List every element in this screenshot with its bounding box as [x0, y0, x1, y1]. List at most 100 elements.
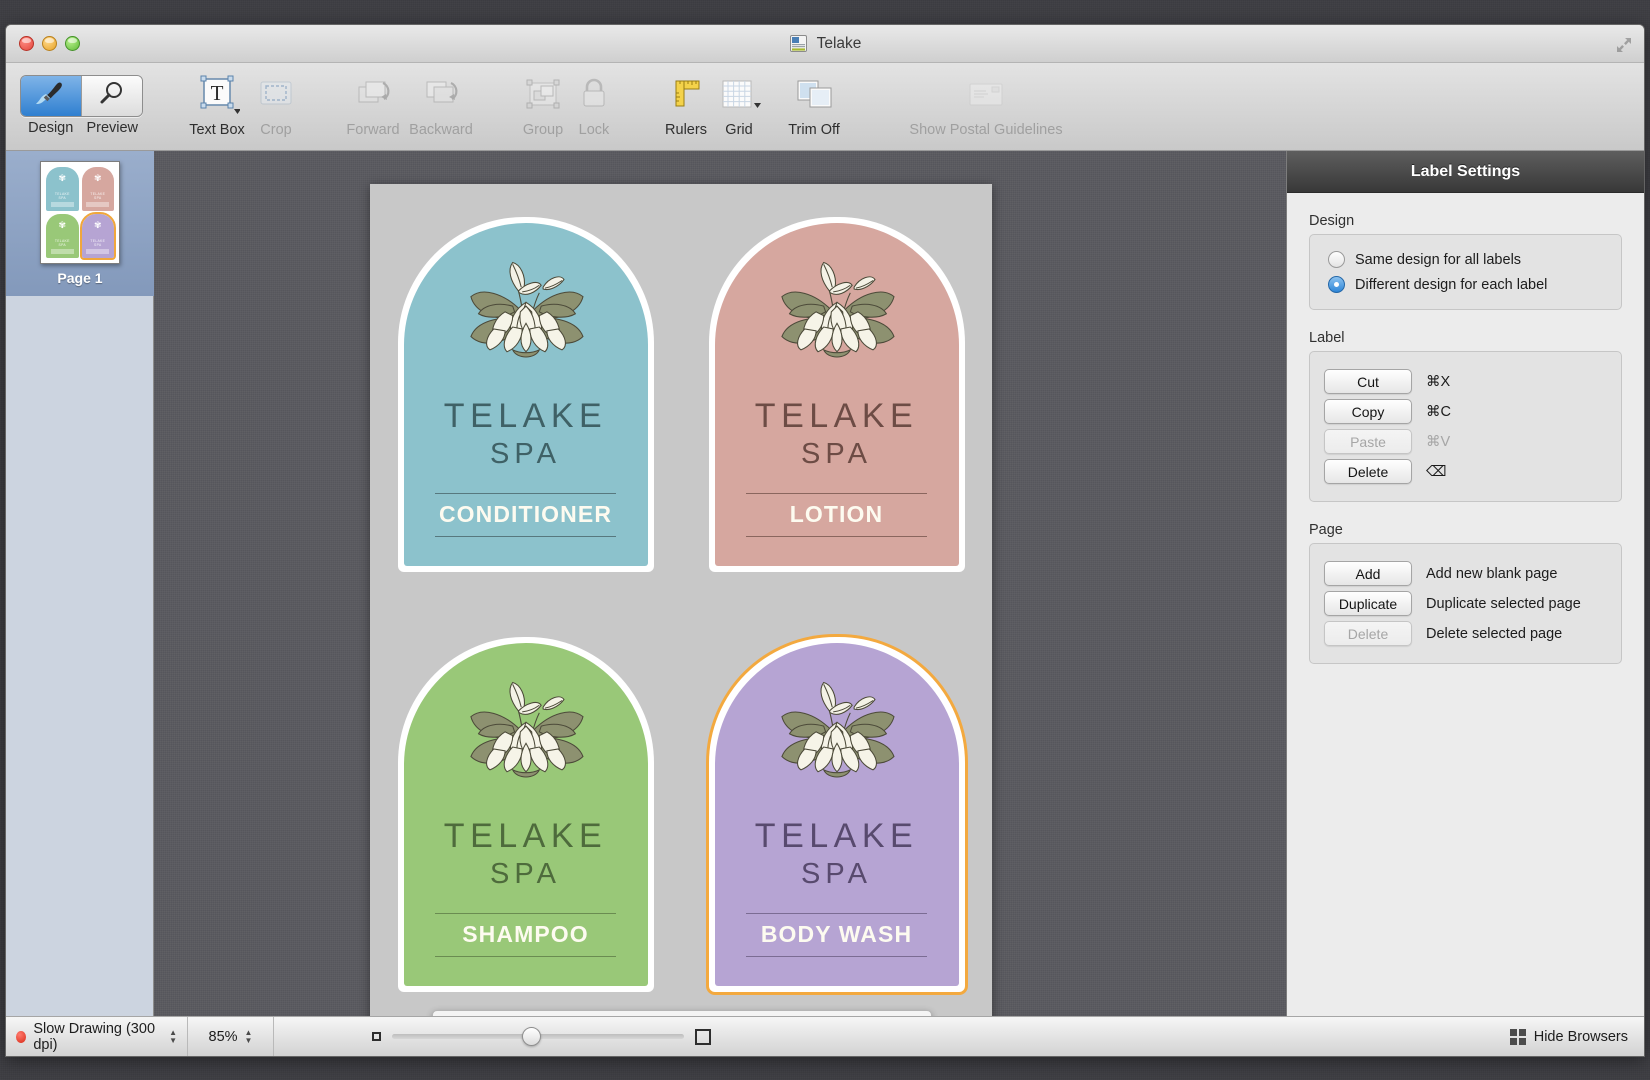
- label-conditioner-sub: SPA: [490, 437, 561, 470]
- page-group-title: Page: [1309, 522, 1343, 538]
- toolbar-label-backward: Backward: [409, 122, 473, 138]
- design-group-title: Design: [1309, 213, 1355, 229]
- tab-preview[interactable]: [81, 76, 142, 116]
- copy-row: Copy ⌘C: [1324, 399, 1607, 424]
- delete-page-description: Delete selected page: [1426, 625, 1563, 642]
- label-body-wash-brand: TELAKE: [754, 816, 919, 855]
- label-grid: TELAKE SPA CONDITIONER TELAKE SPA LOTION…: [370, 184, 992, 1018]
- add-page-row: Add Add new blank page: [1324, 561, 1607, 586]
- magnifier-icon: [97, 81, 127, 112]
- mini-label-2-bar: [86, 202, 110, 207]
- mini-flower-icon: ✾: [58, 220, 67, 231]
- segmented-labels: Design Preview: [20, 120, 143, 136]
- label-shampoo-brand: TELAKE: [443, 816, 608, 855]
- mini-label-2-sub: SPA: [94, 195, 102, 200]
- label-lotion-sub: SPA: [801, 437, 872, 470]
- add-page-button[interactable]: Add: [1324, 561, 1412, 586]
- hide-browsers-label: Hide Browsers: [1533, 1028, 1628, 1045]
- rule-bottom: [746, 955, 927, 957]
- page-thumbnail: ✾ TELAKE SPA ✾ TELAKE SPA ✾ TELAKE SPA ✾…: [40, 161, 120, 264]
- document-icon: [789, 34, 808, 53]
- mini-label-3-sub: SPA: [58, 242, 66, 247]
- delete-label-row: Delete ⌫: [1324, 459, 1607, 484]
- trim-icon: [786, 69, 842, 121]
- desktop-background: Telake Design Preview T Text Box Crop Fo…: [0, 0, 1650, 1080]
- main-toolbar: Design Preview T Text Box Crop Forward B…: [6, 63, 1644, 151]
- radio-different-design[interactable]: Different design for each label: [1324, 272, 1607, 297]
- cut-button[interactable]: Cut: [1324, 369, 1412, 394]
- mini-flower-icon: ✾: [93, 220, 102, 231]
- draw-quality-label: Slow Drawing (300 dpi): [33, 1020, 156, 1053]
- radio-different-design-indicator[interactable]: [1328, 276, 1345, 293]
- mini-flower-icon: ✾: [93, 173, 102, 184]
- rule-bottom: [746, 535, 927, 537]
- label-body-wash-product: BODY WASH: [760, 920, 913, 947]
- draw-quality-stepper[interactable]: ▲ ▼: [169, 1028, 177, 1044]
- content-area: ✾ TELAKE SPA ✾ TELAKE SPA ✾ TELAKE SPA ✾…: [6, 151, 1644, 1018]
- duplicate-page-button[interactable]: Duplicate: [1324, 591, 1412, 616]
- label-lotion-brand: TELAKE: [754, 396, 919, 435]
- mini-label-3: ✾ TELAKE SPA: [46, 214, 79, 258]
- zoom-slider-track[interactable]: [392, 1027, 684, 1046]
- page-thumbnail-item[interactable]: ✾ TELAKE SPA ✾ TELAKE SPA ✾ TELAKE SPA ✾…: [6, 151, 154, 296]
- status-bar: Slow Drawing (300 dpi) ▲ ▼ 85% ▲ ▼ Hide Br…: [6, 1016, 1644, 1056]
- design-canvas[interactable]: TELAKE SPA CONDITIONER TELAKE SPA LOTION…: [154, 151, 1286, 1018]
- label-body-wash-sub: SPA: [801, 857, 872, 890]
- zoom-level-stepper[interactable]: ▲ ▼: [245, 1028, 253, 1044]
- label-sheet: TELAKE SPA CONDITIONER TELAKE SPA LOTION…: [370, 184, 992, 1018]
- label-shampoo[interactable]: TELAKE SPA SHAMPOO: [397, 636, 654, 992]
- crop-icon: [253, 69, 299, 121]
- large-square-icon[interactable]: [695, 1028, 711, 1045]
- toolbar-label-trim: Trim Off: [788, 122, 840, 138]
- draw-quality-control[interactable]: Slow Drawing (300 dpi) ▲ ▼: [6, 1017, 188, 1056]
- label-group-title: Label: [1309, 330, 1345, 346]
- page-thumbnail-label: Page 1: [57, 270, 103, 286]
- radio-same-design-indicator[interactable]: [1328, 251, 1345, 268]
- envelope-icon: [956, 69, 1016, 121]
- tab-design[interactable]: [21, 76, 81, 116]
- zoom-slider-group[interactable]: [372, 1027, 711, 1046]
- label-group-box: Cut ⌘X Copy ⌘C Paste ⌘V Delete ⌫: [1309, 351, 1622, 502]
- toolbar-label-forward: Forward: [346, 122, 400, 138]
- page-group: Page Add Add new blank page Duplicate Du…: [1309, 522, 1622, 664]
- grid-browsers-icon: [1509, 1028, 1526, 1045]
- label-body-wash[interactable]: TELAKE SPA BODY WASH: [708, 636, 965, 992]
- lock-icon: [571, 69, 617, 121]
- inspector-title: Label Settings: [1287, 151, 1644, 193]
- design-preview-segmented-control[interactable]: [20, 75, 143, 117]
- mini-label-4: ✾ TELAKE SPA: [79, 212, 116, 260]
- toolbar-button-crop[interactable]: Crop: [228, 69, 324, 138]
- mini-label-3-bar: [50, 249, 74, 254]
- label-conditioner-product-block: CONDITIONER: [435, 492, 616, 537]
- expand-icon[interactable]: [1614, 35, 1634, 55]
- title-bar[interactable]: Telake: [6, 25, 1644, 63]
- duplicate-page-row: Duplicate Duplicate selected page: [1324, 591, 1607, 616]
- mini-label-1: ✾ TELAKE SPA: [46, 167, 79, 211]
- hide-browsers-button[interactable]: Hide Browsers: [1509, 1028, 1644, 1045]
- label-shampoo-product: SHAMPOO: [462, 920, 589, 947]
- toolbar-button-trim[interactable]: Trim Off: [766, 69, 862, 138]
- toolbar-label-crop: Crop: [260, 122, 292, 138]
- label-lotion[interactable]: TELAKE SPA LOTION: [708, 216, 965, 572]
- radio-same-design[interactable]: Same design for all labels: [1324, 247, 1607, 272]
- label-cell-4: TELAKE SPA BODY WASH: [681, 604, 992, 1018]
- toolbar-button-lock: Lock: [546, 69, 642, 138]
- copy-button[interactable]: Copy: [1324, 399, 1412, 424]
- zoom-slider-knob[interactable]: [522, 1027, 541, 1046]
- label-body-wash-product-block: BODY WASH: [746, 912, 927, 957]
- paste-row: Paste ⌘V: [1324, 429, 1607, 454]
- toolbar-label-lock: Lock: [578, 122, 610, 138]
- window-title-group: Telake: [6, 34, 1644, 53]
- lotus-flower-icon: [450, 249, 602, 369]
- lotus-flower-icon: [761, 669, 913, 789]
- label-shampoo-sub: SPA: [490, 857, 561, 890]
- delete-label-button[interactable]: Delete: [1324, 459, 1412, 484]
- zoom-level-control[interactable]: 85% ▲ ▼: [188, 1017, 274, 1056]
- zoom-level-label: 85%: [208, 1028, 238, 1045]
- tab-design-label: Design: [28, 120, 74, 136]
- label-conditioner[interactable]: TELAKE SPA CONDITIONER: [397, 216, 654, 572]
- label-lotion-art: TELAKE SPA LOTION: [714, 222, 959, 566]
- small-square-icon[interactable]: [372, 1032, 381, 1041]
- radio-different-design-label: Different design for each label: [1355, 276, 1548, 293]
- mini-label-4-sub: SPA: [94, 242, 102, 247]
